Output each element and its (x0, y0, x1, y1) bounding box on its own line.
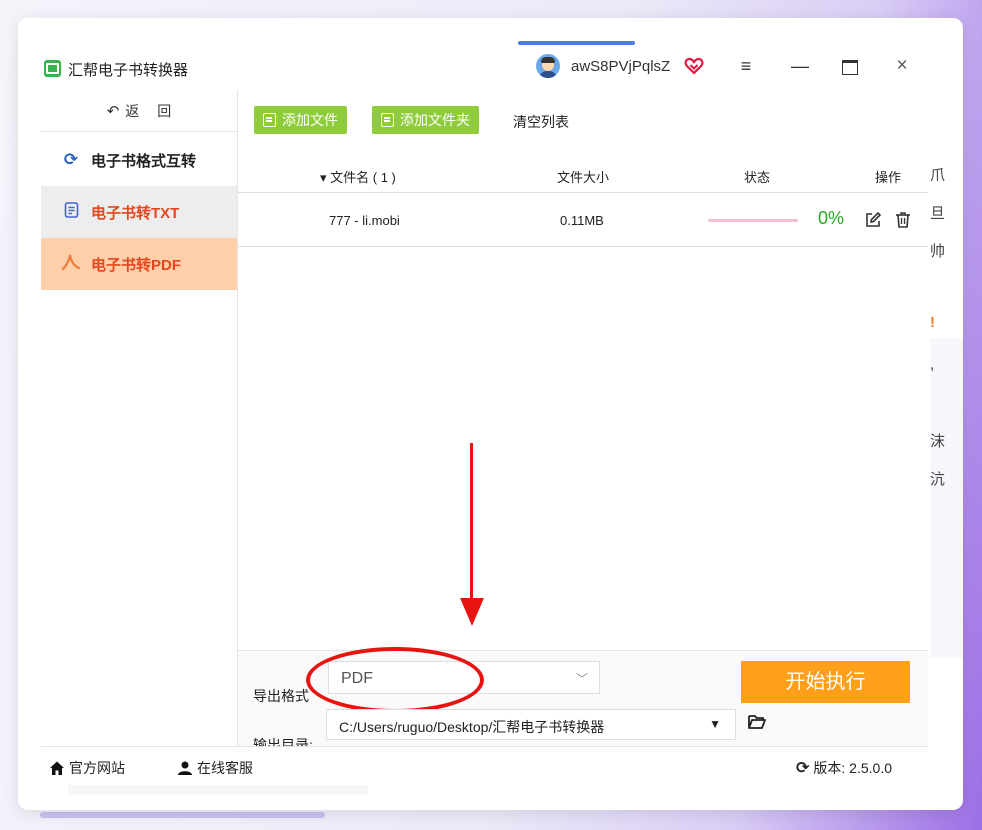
start-button[interactable]: 开始执行 (741, 661, 910, 703)
footer-ghost (68, 785, 368, 795)
app-window: 汇帮电子书转换器 awS8PVjPqlsZ ≡ — × 爪 旦 帅 ! , 沫 … (18, 18, 963, 810)
output-dir-select[interactable]: C:/Users/ruguo/Desktop/汇帮电子书转换器 ▼ (326, 709, 736, 740)
document-icon (61, 201, 81, 223)
sidebar-item-to-pdf[interactable]: 电子书转PDF (41, 238, 237, 290)
tab-indicator (518, 41, 635, 45)
column-header-ops: 操作 (875, 170, 902, 185)
online-service-label: 在线客服 (197, 760, 253, 776)
table-row[interactable]: 777 - li.mobi 0.11MB 0% (238, 194, 928, 247)
add-file-label: 添加文件 (282, 112, 338, 128)
file-name: 777 - li.mobi (329, 213, 400, 228)
file-icon (263, 113, 276, 127)
ghost-text: ! (930, 314, 935, 331)
ghost-text: 沆 (930, 471, 946, 488)
folder-add-icon (381, 113, 394, 127)
column-header-name[interactable]: ▾ 文件名 ( 1 ) (320, 167, 396, 186)
caret-down-icon: ▼ (709, 717, 721, 731)
progress-percent: 0% (818, 208, 845, 228)
add-file-button[interactable]: 添加文件 (254, 106, 347, 134)
column-header-status: 状态 (744, 170, 771, 185)
footer: 官方网站 在线客服 ⟳ 版本: 2.5.0.0 (41, 746, 928, 787)
background-window (930, 338, 963, 658)
version-label: 版本: 2.5.0.0 (813, 760, 892, 776)
version-info: ⟳ 版本: 2.5.0.0 (796, 758, 892, 778)
app-title: 汇帮电子书转换器 (68, 62, 189, 79)
format-label: 导出格式 (253, 688, 309, 704)
back-button[interactable]: ↶ 返 回 (41, 90, 237, 132)
close-button[interactable]: × (890, 54, 914, 78)
toolbar: 添加文件 添加文件夹 清空列表 (238, 90, 928, 150)
pdf-icon (61, 253, 81, 276)
back-label-1: 返 (125, 102, 152, 119)
home-icon (50, 761, 64, 775)
add-folder-button[interactable]: 添加文件夹 (372, 106, 479, 134)
edit-icon[interactable] (864, 211, 882, 229)
ghost-text: 沫 (930, 433, 946, 450)
online-service-link[interactable]: 在线客服 (177, 758, 253, 778)
output-dir-value: C:/Users/ruguo/Desktop/汇帮电子书转换器 (339, 719, 605, 735)
annotation-arrow (470, 443, 473, 603)
back-label-2: 回 (157, 102, 172, 119)
undo-arrow-icon: ↶ (106, 102, 120, 120)
avatar[interactable] (536, 54, 560, 78)
column-header-size: 文件大小 (557, 170, 610, 185)
clear-list-button[interactable]: 清空列表 (513, 112, 569, 132)
sidebar: ↶ 返 回 ⟳ 电子书格式互转 电子书转TXT 电子书转PDF (41, 90, 238, 746)
format-select[interactable]: PDF ﹀ (328, 661, 600, 694)
background-strip (40, 812, 325, 818)
output-settings-panel: 导出格式 PDF ﹀ 开始执行 输出目录: C:/Users/ruguo/Des… (238, 647, 928, 753)
ghost-text: 旦 (930, 205, 946, 222)
sidebar-item-to-txt[interactable]: 电子书转TXT (41, 186, 237, 238)
ghost-text: 帅 (930, 243, 946, 260)
file-table-header: ▾ 文件名 ( 1 ) 文件大小 状态 操作 (238, 158, 928, 193)
ghost-text: 爪 (930, 167, 946, 184)
file-size: 0.11MB (560, 213, 604, 228)
chevron-down-icon: ﹀ (575, 672, 588, 686)
minimize-button[interactable]: — (788, 54, 812, 78)
official-site-link[interactable]: 官方网站 (49, 758, 125, 778)
sidebar-item-format-convert[interactable]: ⟳ 电子书格式互转 (41, 134, 237, 186)
refresh-icon: ⟳ (796, 760, 810, 777)
username[interactable]: awS8PVjPqlsZ (571, 58, 670, 75)
trash-icon[interactable] (895, 211, 911, 229)
vip-heart-icon[interactable] (684, 56, 704, 76)
user-icon (178, 761, 192, 775)
annotation-arrow-head (460, 598, 484, 626)
sidebar-item-label: 电子书转PDF (91, 256, 182, 274)
format-value: PDF (341, 670, 373, 687)
folder-open-icon[interactable] (748, 714, 766, 730)
menu-icon[interactable]: ≡ (734, 54, 758, 78)
progress-bar (708, 219, 798, 222)
title-bar: 汇帮电子书转换器 awS8PVjPqlsZ ≡ — × (18, 18, 928, 90)
maximize-button[interactable] (838, 54, 862, 78)
official-site-label: 官方网站 (69, 760, 125, 776)
add-folder-label: 添加文件夹 (400, 112, 470, 128)
refresh-icon: ⟳ (63, 150, 79, 169)
sidebar-item-label: 电子书转TXT (91, 204, 180, 222)
app-logo-icon (44, 60, 61, 77)
sidebar-item-label: 电子书格式互转 (91, 152, 197, 170)
ghost-text: , (930, 356, 935, 373)
